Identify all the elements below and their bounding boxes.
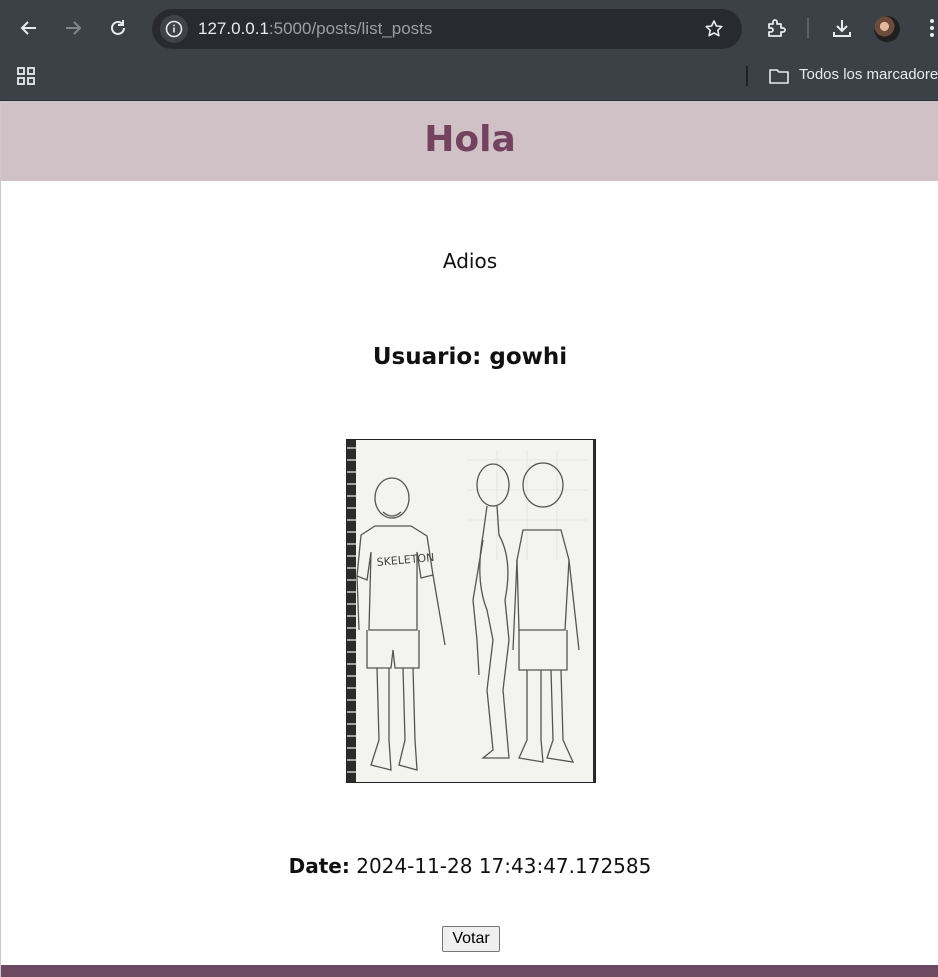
site-info-icon[interactable]: [160, 15, 188, 43]
date-label: Date:: [288, 854, 350, 878]
page-content: Hola Adios Usuario: gowhi SKELETON Date:…: [0, 101, 938, 977]
folder-icon[interactable]: [768, 66, 790, 90]
toolbar-divider: [807, 18, 809, 38]
address-bar[interactable]: 127.0.0.1:5000/posts/list_posts: [152, 9, 742, 49]
apps-grid-icon[interactable]: [16, 66, 36, 90]
header-banner: Hola: [1, 101, 938, 181]
reload-icon[interactable]: [104, 14, 132, 42]
url-host: 127.0.0.1: [198, 19, 269, 38]
back-arrow-icon[interactable]: [15, 14, 43, 42]
date-value: 2024-11-28 17:43:47.172585: [356, 854, 652, 878]
menu-kebab-icon[interactable]: [918, 14, 938, 42]
post-author: Usuario: gowhi: [372, 344, 568, 370]
url-text: 127.0.0.1:5000/posts/list_posts: [198, 19, 432, 39]
skeleton-drawing: SKELETON: [347, 440, 595, 782]
post-date: Date: 2024-11-28 17:43:47.172585: [1, 854, 938, 878]
download-icon[interactable]: [828, 14, 856, 42]
vote-button[interactable]: Votar: [442, 926, 500, 952]
post-text: Adios: [442, 249, 498, 273]
extensions-icon[interactable]: [762, 14, 790, 42]
page-title: Hola: [424, 119, 516, 160]
bookmark-star-icon[interactable]: [704, 19, 724, 43]
footer-bar: [1, 965, 938, 977]
post-image: SKELETON: [346, 439, 596, 783]
bookmarks-divider: [746, 66, 748, 86]
bookmarks-bar: Todos los marcadores: [0, 56, 938, 101]
url-path: :5000/posts/list_posts: [268, 19, 433, 38]
all-bookmarks-label[interactable]: Todos los marcadores: [799, 66, 938, 83]
profile-avatar[interactable]: [874, 16, 900, 42]
forward-arrow-icon[interactable]: [59, 14, 87, 42]
browser-toolbar: 127.0.0.1:5000/posts/list_posts: [0, 0, 938, 56]
